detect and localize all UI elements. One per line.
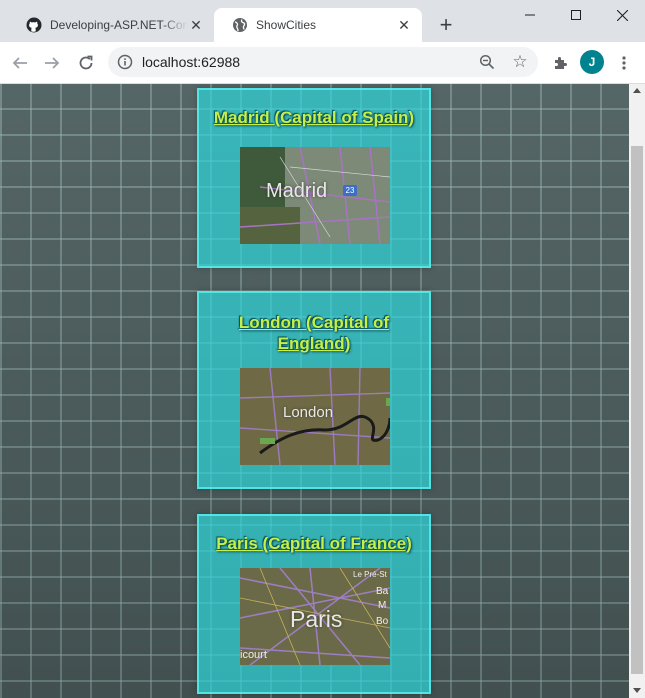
site-info-icon[interactable] [116, 53, 134, 71]
tab-close-icon[interactable]: ✕ [188, 17, 204, 33]
reload-icon[interactable] [72, 49, 100, 77]
scroll-up-arrow-icon[interactable] [633, 88, 641, 93]
address-bar[interactable]: localhost:62988 ☆ [108, 47, 538, 77]
back-arrow-icon[interactable] [6, 49, 34, 77]
highway-badge: 23 [343, 185, 357, 196]
vertical-scrollbar[interactable] [629, 84, 645, 698]
forward-arrow-icon[interactable] [38, 49, 66, 77]
globe-icon [232, 17, 248, 33]
minimize-icon[interactable] [507, 0, 553, 30]
menu-kebab-icon[interactable] [610, 49, 638, 77]
page-content: Madrid (Capital of Spain) Madrid 23 Lond… [0, 84, 629, 698]
window-close-icon[interactable] [599, 0, 645, 30]
city-map-image[interactable]: London [240, 368, 390, 465]
map-city-label: London [283, 404, 334, 421]
city-map-image[interactable]: Madrid 23 [240, 147, 390, 244]
map-edge-label: Le Pré-St [353, 570, 387, 579]
city-map-image[interactable]: Paris Le Pré-St Ba M Bo icourt [240, 568, 390, 665]
city-title-link[interactable]: Madrid (Capital of Spain) [199, 107, 429, 128]
tab-showcities[interactable]: ShowCities ✕ [214, 8, 422, 42]
scrollbar-thumb[interactable] [631, 146, 643, 674]
map-edge-label: Ba [376, 586, 389, 597]
url-text: localhost:62988 [142, 54, 241, 70]
city-title-link[interactable]: Paris (Capital of France) [199, 533, 429, 554]
scroll-down-arrow-icon[interactable] [633, 688, 641, 693]
map-city-label: Madrid [266, 180, 328, 202]
map-corner-label: icourt [240, 649, 267, 661]
browser-toolbar: localhost:62988 ☆ J [0, 42, 645, 84]
tab-strip: Developing-ASP.NET-Core- ✕ ShowCities ✕ … [0, 0, 645, 42]
city-card-madrid: Madrid (Capital of Spain) Madrid 23 [197, 88, 431, 268]
tab-title: Developing-ASP.NET-Core- [50, 18, 188, 32]
tab-close-icon[interactable]: ✕ [396, 17, 412, 33]
maximize-icon[interactable] [553, 0, 599, 30]
profile-avatar[interactable]: J [580, 50, 604, 74]
tab-developing-asp-net-core[interactable]: Developing-ASP.NET-Core- ✕ [8, 8, 214, 42]
map-city-label: Paris [290, 606, 343, 632]
map-edge-label: Bo [376, 616, 389, 627]
city-card-paris: Paris (Capital of France) Paris Le Pré-S… [197, 514, 431, 694]
github-icon [26, 17, 42, 33]
zoom-out-icon[interactable] [477, 52, 497, 72]
city-card-london: London (Capital of England) London [197, 291, 431, 489]
new-tab-icon[interactable]: + [434, 12, 458, 37]
bookmark-star-icon[interactable]: ☆ [509, 51, 531, 73]
map-edge-label: M [378, 600, 387, 611]
city-title-link[interactable]: London (Capital of England) [199, 312, 429, 354]
extensions-icon[interactable] [546, 49, 574, 77]
tab-title: ShowCities [256, 18, 317, 32]
